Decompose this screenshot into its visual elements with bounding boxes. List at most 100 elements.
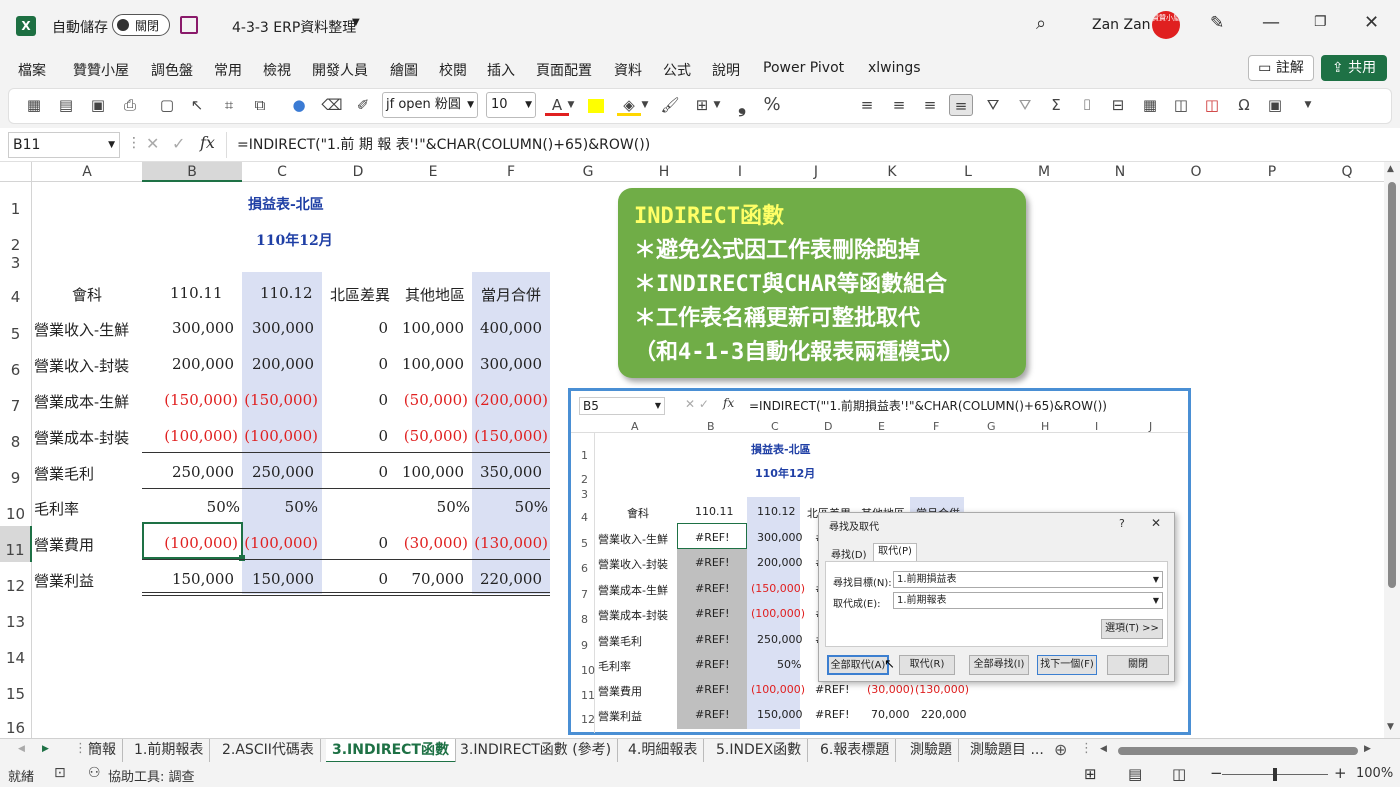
autosum-icon[interactable]: Σ (1044, 94, 1068, 116)
data-cell[interactable]: 50% (242, 498, 318, 516)
data-cell[interactable]: (150,000) (472, 427, 548, 445)
picture-icon[interactable]: ▢ (155, 94, 179, 116)
replace-all-button[interactable]: 全部取代(A) (827, 655, 889, 675)
chevron-down-icon[interactable]: ▼ (566, 94, 576, 116)
ribbon-tab-formulas[interactable]: 公式 (663, 60, 691, 80)
search-icon[interactable]: ⌕ (1036, 13, 1046, 34)
options-button[interactable]: 選項(T) >> (1101, 619, 1163, 639)
zoom-slider[interactable] (1222, 768, 1328, 781)
symbol-icon[interactable]: Ω (1232, 94, 1256, 116)
form-icon[interactable]: ▤ (54, 94, 78, 116)
ribbon-tab-power-pivot[interactable]: Power Pivot (763, 60, 844, 76)
data-cell[interactable]: 150,000 (142, 570, 234, 588)
pen-icon[interactable]: ✎ (1210, 13, 1224, 33)
data-cell[interactable]: 300,000 (142, 319, 234, 337)
tab-find[interactable]: 尋找(D) (831, 546, 867, 561)
font-name-select[interactable]: jf open 粉圓 ▼ (382, 92, 478, 118)
comment-button[interactable]: ▭ 註解 (1248, 55, 1314, 81)
data-cell[interactable]: 100,000 (394, 319, 464, 337)
borders-icon[interactable]: ⊞ (690, 94, 714, 116)
column-header[interactable]: F (472, 162, 550, 182)
data-cell[interactable]: 50% (472, 498, 548, 516)
row-header[interactable]: 12 (0, 562, 32, 598)
find-next-button[interactable]: 找下一個(F) (1037, 655, 1097, 675)
more-options-icon[interactable]: ⋮ (127, 135, 141, 151)
data-cell[interactable]: (50,000) (394, 391, 468, 409)
ribbon-tab-developer[interactable]: 開發人員 (312, 60, 368, 80)
data-cell[interactable]: 50% (394, 498, 470, 516)
column-header[interactable]: A (32, 162, 142, 182)
ribbon-tab-help[interactable]: 說明 (712, 60, 740, 80)
column-header[interactable]: O (1158, 162, 1234, 182)
sheet-tab[interactable]: 測驗題 (904, 739, 959, 763)
scroll-up-icon[interactable]: ▲ (1387, 164, 1394, 174)
data-cell[interactable]: (150,000) (242, 391, 318, 409)
clear-filter-icon[interactable]: ⛛ (1013, 94, 1037, 116)
more-sheets-icon[interactable]: ⋮ (1080, 741, 1093, 756)
column-header[interactable]: K (854, 162, 930, 182)
align-left-icon[interactable]: ≡ (855, 94, 879, 116)
more-icon[interactable]: ▼ (1296, 94, 1320, 116)
sheet-tab[interactable]: 4.明細報表 (622, 739, 705, 763)
data-cell[interactable]: (200,000) (472, 391, 548, 409)
row-header[interactable]: 9 (0, 454, 32, 490)
sheet-tab[interactable]: 測驗題目 ... (964, 739, 1050, 763)
name-box[interactable]: B11 ▼ (8, 132, 120, 158)
user-name[interactable]: Zan Zan (1092, 17, 1151, 33)
account-label[interactable]: 營業成本-生鮮 (34, 391, 129, 412)
ribbon-tab-data[interactable]: 資料 (614, 60, 642, 80)
data-cell[interactable]: 300,000 (242, 319, 314, 337)
brush-icon[interactable]: ✐ (351, 94, 375, 116)
column-header[interactable]: L (930, 162, 1006, 182)
account-label[interactable]: 營業收入-封裝 (34, 355, 129, 376)
header-110-11[interactable]: 110.11 (170, 284, 223, 302)
data-cell[interactable]: 250,000 (142, 463, 234, 481)
data-cell[interactable]: 0 (322, 570, 388, 588)
data-cell[interactable]: (150,000) (142, 391, 238, 409)
format-painter-icon[interactable]: 🖌 (658, 94, 682, 116)
save-icon[interactable] (180, 16, 198, 34)
column-header[interactable]: D (322, 162, 394, 182)
ribbon-tab-draw[interactable]: 繪圖 (390, 60, 418, 80)
data-cell[interactable]: (100,000) (142, 427, 238, 445)
close-icon[interactable]: ✕ (1364, 12, 1379, 33)
data-cell[interactable]: 0 (322, 391, 388, 409)
ribbon-tab-page-layout[interactable]: 頁面配置 (536, 60, 592, 80)
data-cell[interactable]: 0 (322, 427, 388, 445)
data-cell[interactable]: 400,000 (472, 319, 542, 337)
accessibility-icon[interactable]: ⚇ (88, 765, 101, 781)
chevron-down-icon[interactable]: ▼ (712, 94, 722, 116)
column-header[interactable]: M (1006, 162, 1082, 182)
data-cell[interactable]: 0 (322, 463, 388, 481)
accessibility-status[interactable]: 協助工具: 調查 (108, 766, 195, 785)
hscroll-left-icon[interactable]: ◀ (1100, 744, 1107, 754)
row-header[interactable]: 10 (0, 490, 32, 526)
data-cell[interactable]: 0 (322, 534, 388, 552)
row-header[interactable]: 5 (0, 310, 32, 346)
sheet-tab[interactable]: 1.前期報表 (128, 739, 211, 763)
data-cell[interactable]: (100,000) (242, 427, 318, 445)
circle-icon[interactable]: ● (287, 94, 311, 116)
header-monthly-total[interactable]: 當月合併 (481, 284, 541, 305)
close-button[interactable]: 關閉 (1107, 655, 1169, 675)
sheet-tab[interactable]: 5.INDEX函數 (710, 739, 809, 763)
insert-function-icon[interactable]: fx (200, 133, 215, 152)
row-header[interactable]: 15 (0, 670, 32, 706)
data-cell[interactable]: (130,000) (472, 534, 548, 552)
macro-icon[interactable]: ▦ (22, 94, 46, 116)
data-cell[interactable]: (100,000) (142, 534, 238, 552)
ribbon-tab-zanzan[interactable]: 贊贊小屋 (73, 60, 129, 80)
insert-column-icon[interactable]: ◫ (1169, 94, 1193, 116)
data-cell[interactable]: 300,000 (472, 355, 542, 373)
select-pointer-icon[interactable]: ↖ (185, 94, 209, 116)
font-size-select[interactable]: 10 ▼ (486, 92, 536, 118)
cancel-icon[interactable]: ✕ (146, 134, 159, 153)
column-header[interactable]: C (242, 162, 322, 182)
add-sheet-icon[interactable]: ⊕ (1054, 740, 1067, 759)
tab-replace[interactable]: 取代(P) (873, 543, 917, 561)
column-header[interactable]: E (394, 162, 472, 182)
scroll-tabs-left-icon[interactable]: ◀ (18, 744, 25, 754)
filter-icon[interactable]: ⛛ (981, 94, 1005, 116)
row-header[interactable]: 11 (0, 526, 32, 562)
sheet-tab-active[interactable]: 3.INDIRECT函數 (326, 739, 456, 763)
